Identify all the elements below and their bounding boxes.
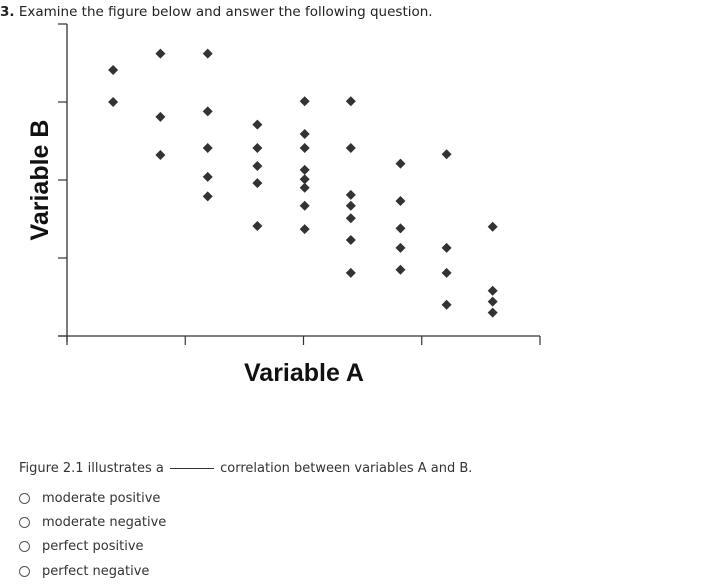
axes [58, 23, 541, 345]
data-point [441, 299, 452, 310]
data-point [202, 191, 213, 202]
data-point [299, 174, 310, 185]
option-label: perfect negative [42, 563, 150, 579]
radio-button[interactable] [19, 516, 30, 528]
data-point [252, 143, 263, 154]
data-point [345, 235, 356, 246]
data-point [395, 242, 406, 253]
x-axis-label: Variable A [244, 359, 364, 387]
data-point [252, 160, 263, 171]
data-point [252, 178, 263, 189]
data-point [299, 164, 310, 175]
radio-button[interactable] [19, 565, 30, 577]
data-point [487, 221, 498, 232]
data-point [202, 143, 213, 154]
radio-button[interactable] [19, 492, 30, 504]
data-point [252, 119, 263, 130]
option-moderate-negative[interactable]: moderate negative [19, 510, 166, 534]
data-point [395, 196, 406, 207]
option-label: perfect positive [42, 539, 144, 555]
prompt-text-after: correlation between variables A and B. [220, 461, 473, 476]
data-point [487, 296, 498, 307]
data-point [345, 267, 356, 278]
data-point [345, 189, 356, 200]
data-point [299, 96, 310, 107]
radio-button[interactable] [19, 541, 30, 553]
data-point [155, 48, 166, 59]
prompt-text-before: Figure 2.1 illustrates a [19, 461, 164, 476]
data-point [345, 213, 356, 224]
data-point [487, 285, 498, 296]
data-point [202, 171, 213, 182]
data-point [299, 200, 310, 211]
answer-options: moderate positive moderate negative perf… [19, 486, 166, 583]
question-prompt: Figure 2.1 illustrates a correlation bet… [19, 461, 472, 476]
data-point [202, 106, 213, 117]
data-point [441, 242, 452, 253]
data-point [252, 221, 263, 232]
data-point [395, 264, 406, 275]
data-point [155, 111, 166, 122]
scatter-chart: Variable A Variable B [26, 23, 541, 387]
option-label: moderate negative [42, 514, 167, 530]
data-point [345, 143, 356, 154]
answer-blank [170, 468, 214, 469]
data-point [202, 48, 213, 59]
data-point [108, 65, 119, 76]
data-point [345, 200, 356, 211]
option-perfect-negative[interactable]: perfect negative [19, 559, 166, 583]
data-point [345, 96, 356, 107]
option-perfect-positive[interactable]: perfect positive [19, 535, 166, 559]
data-point [441, 149, 452, 160]
data-point [441, 267, 452, 278]
data-point [108, 97, 119, 107]
data-point [395, 158, 406, 169]
option-label: moderate positive [42, 490, 161, 506]
y-axis-label: Variable B [26, 120, 54, 241]
data-point [155, 150, 166, 161]
data-point [299, 182, 310, 193]
data-point [299, 143, 310, 154]
data-point [487, 307, 498, 318]
data-point [299, 224, 310, 235]
data-point [395, 223, 406, 234]
data-point [299, 128, 310, 139]
option-moderate-positive[interactable]: moderate positive [19, 486, 166, 510]
data-points [108, 48, 498, 318]
